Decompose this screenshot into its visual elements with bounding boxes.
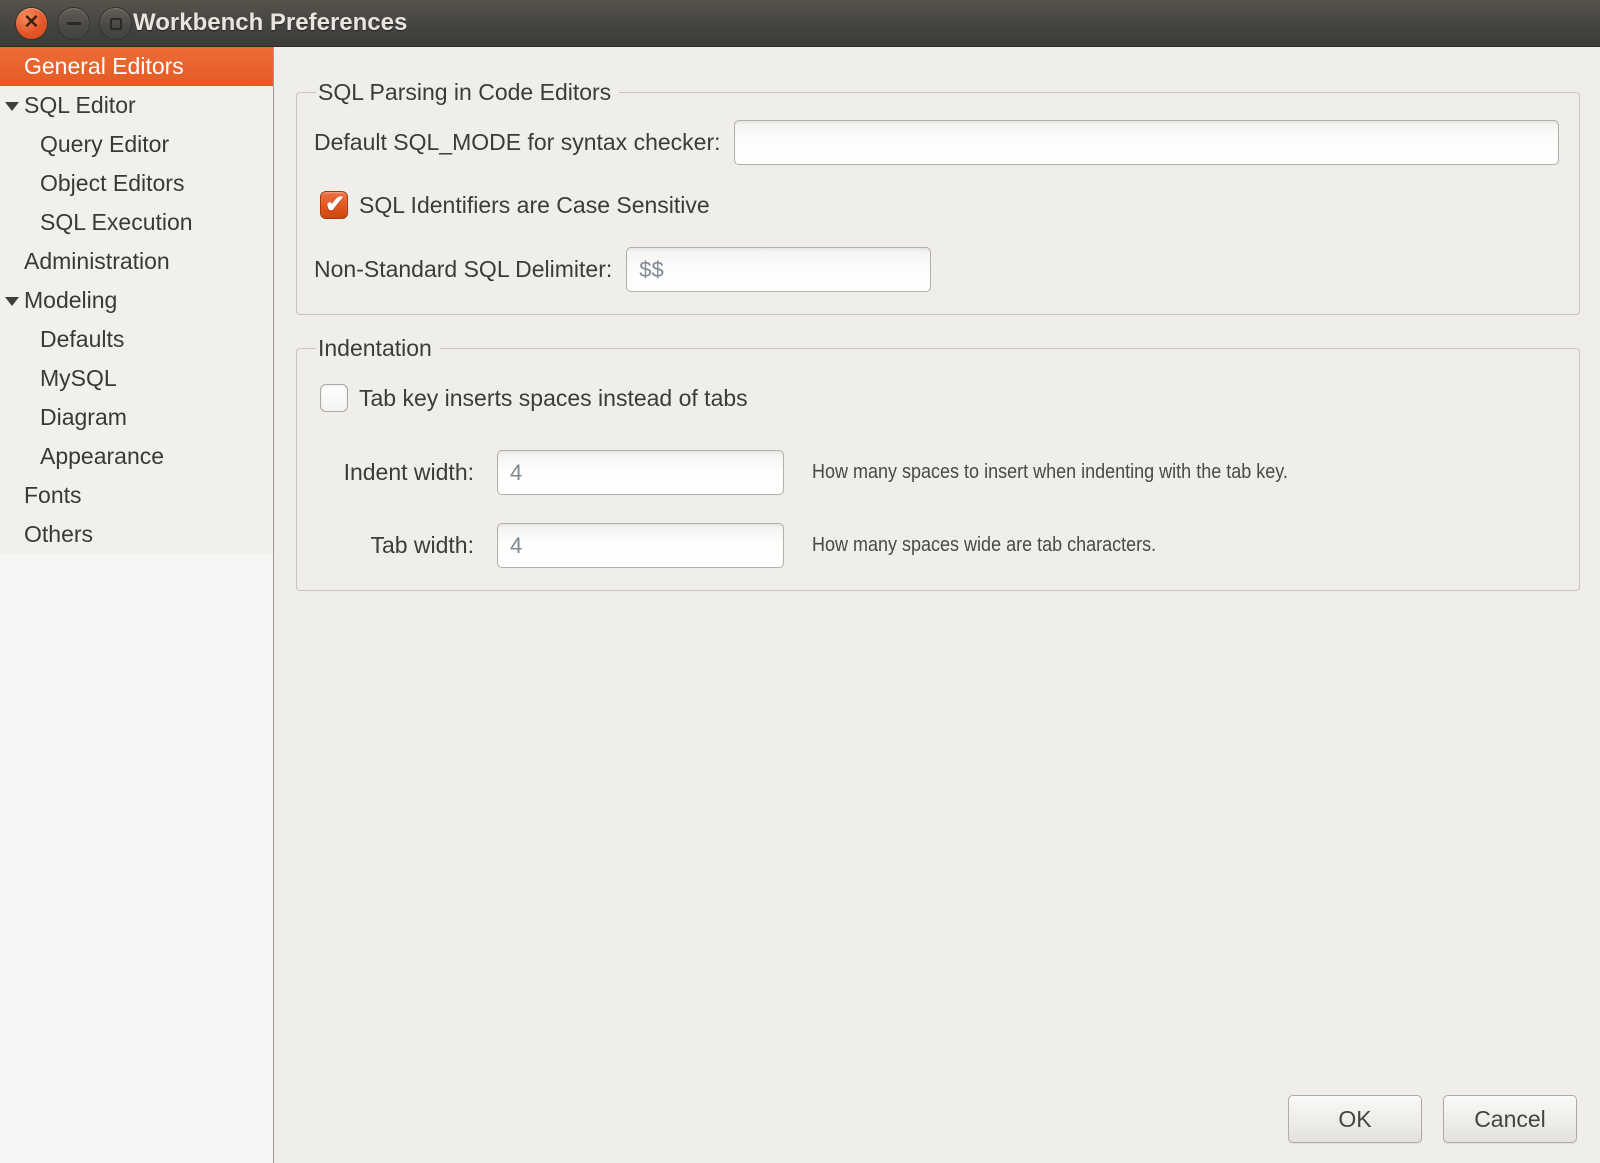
sidebar-item-label: MySQL: [0, 365, 117, 392]
sidebar-item-label: Defaults: [0, 326, 124, 353]
case-sensitive-row[interactable]: SQL Identifiers are Case Sensitive: [320, 191, 1559, 219]
sidebar-item-defaults[interactable]: Defaults: [0, 320, 273, 359]
tab-inserts-label: Tab key inserts spaces instead of tabs: [359, 385, 748, 412]
sidebar-item-label: Others: [0, 521, 93, 548]
expand-arrow-icon[interactable]: [5, 102, 19, 111]
sidebar-item-label: SQL Editor: [0, 92, 136, 119]
sidebar-item-label: Administration: [0, 248, 170, 275]
main-panel: SQL Parsing in Code Editors Default SQL_…: [274, 47, 1600, 1163]
dialog-button-bar: OK Cancel: [1288, 1095, 1577, 1143]
sidebar-item-object-editors[interactable]: Object Editors: [0, 164, 273, 203]
indent-width-help: How many spaces to insert when indenting…: [812, 461, 1288, 484]
preferences-tree: General Editors SQL Editor Query Editor Obj…: [0, 47, 273, 554]
minimize-button[interactable]: [57, 7, 90, 40]
indent-width-input[interactable]: [497, 450, 784, 495]
titlebar[interactable]: ✕ Workbench Preferences: [0, 0, 1600, 47]
sidebar-item-sql-editor[interactable]: SQL Editor: [0, 86, 273, 125]
tab-width-input[interactable]: [497, 523, 784, 568]
close-button[interactable]: ✕: [15, 7, 48, 40]
sql-parsing-group-title: SQL Parsing in Code Editors: [316, 79, 619, 106]
indentation-group: Indentation Tab key inserts spaces inste…: [296, 335, 1580, 591]
sidebar-item-mysql[interactable]: MySQL: [0, 359, 273, 398]
delimiter-label: Non-Standard SQL Delimiter:: [314, 256, 612, 283]
tab-inserts-checkbox[interactable]: [320, 384, 348, 412]
case-sensitive-label: SQL Identifiers are Case Sensitive: [359, 192, 710, 219]
sidebar-item-general-editors[interactable]: General Editors: [0, 47, 273, 86]
preferences-window: ✕ Workbench Preferences General Editors S…: [0, 0, 1600, 1163]
minimize-icon: [67, 22, 81, 25]
sidebar-item-fonts[interactable]: Fonts: [0, 476, 273, 515]
sidebar-item-query-editor[interactable]: Query Editor: [0, 125, 273, 164]
sidebar-item-label: Query Editor: [0, 131, 169, 158]
sidebar-item-diagram[interactable]: Diagram: [0, 398, 273, 437]
sidebar-item-label: SQL Execution: [0, 209, 193, 236]
dialog-body: General Editors SQL Editor Query Editor Obj…: [0, 47, 1600, 1163]
tab-width-label: Tab width:: [314, 532, 474, 559]
sidebar-item-others[interactable]: Others: [0, 515, 273, 554]
sidebar-item-label: Object Editors: [0, 170, 184, 197]
sql-mode-input[interactable]: [734, 120, 1560, 165]
tab-width-help: How many spaces wide are tab characters.: [812, 534, 1156, 557]
delimiter-input[interactable]: [626, 247, 931, 292]
indent-width-row: Indent width: How many spaces to insert …: [314, 450, 1559, 495]
case-sensitive-checkbox[interactable]: [320, 191, 348, 219]
sql-parsing-group: SQL Parsing in Code Editors Default SQL_…: [296, 79, 1580, 315]
maximize-button[interactable]: [99, 7, 132, 40]
sidebar-item-sql-execution[interactable]: SQL Execution: [0, 203, 273, 242]
tab-width-row: Tab width: How many spaces wide are tab …: [314, 523, 1559, 568]
cancel-button[interactable]: Cancel: [1443, 1095, 1577, 1143]
sidebar-item-label: Fonts: [0, 482, 82, 509]
sidebar-item-appearance[interactable]: Appearance: [0, 437, 273, 476]
tab-inserts-row[interactable]: Tab key inserts spaces instead of tabs: [320, 384, 1559, 412]
maximize-icon: [110, 18, 122, 30]
window-title: Workbench Preferences: [133, 0, 407, 46]
indent-width-label: Indent width:: [314, 459, 474, 486]
sidebar-item-label: Appearance: [0, 443, 164, 470]
sidebar-item-modeling[interactable]: Modeling: [0, 281, 273, 320]
sidebar-item-label: Diagram: [0, 404, 127, 431]
expand-arrow-icon[interactable]: [5, 297, 19, 306]
sidebar-item-label: General Editors: [0, 53, 184, 80]
delimiter-row: Non-Standard SQL Delimiter:: [314, 247, 1559, 292]
sql-mode-label: Default SQL_MODE for syntax checker:: [314, 129, 721, 156]
indentation-group-title: Indentation: [316, 335, 440, 362]
close-icon: ✕: [24, 13, 40, 32]
sql-mode-row: Default SQL_MODE for syntax checker:: [314, 120, 1559, 165]
sidebar-item-administration[interactable]: Administration: [0, 242, 273, 281]
preferences-sidebar: General Editors SQL Editor Query Editor Obj…: [0, 47, 274, 1163]
ok-button[interactable]: OK: [1288, 1095, 1422, 1143]
